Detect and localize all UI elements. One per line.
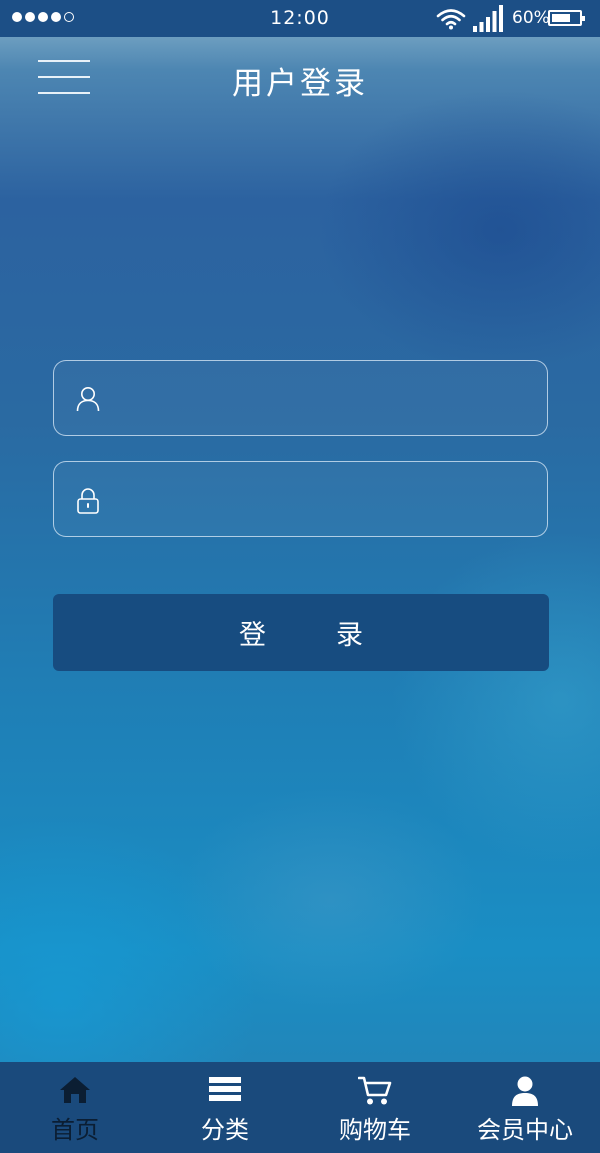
- home-icon: [60, 1077, 90, 1103]
- wifi-icon: [436, 9, 466, 30]
- page-title: 用户登录: [232, 66, 368, 102]
- lock-icon: [77, 488, 99, 514]
- tab-member-label: 会员中心: [477, 1116, 573, 1144]
- tab-cart-label: 购物车: [339, 1116, 411, 1144]
- username-field[interactable]: [53, 360, 548, 437]
- tab-category-label: 分类: [201, 1116, 249, 1144]
- login-button-char-1: 登: [239, 620, 266, 651]
- status-time: 12:00: [270, 7, 330, 29]
- cart-icon: [358, 1076, 392, 1105]
- list-icon: [209, 1077, 241, 1101]
- bottom-tab-bar: 首页 分类 购物车 会员中心: [0, 1062, 600, 1153]
- password-field[interactable]: [53, 461, 548, 538]
- battery-fill: [552, 14, 570, 22]
- battery-percent: 60%: [512, 8, 550, 28]
- user-icon: [76, 387, 100, 412]
- tab-member[interactable]: 会员中心: [450, 1062, 600, 1153]
- tab-category[interactable]: 分类: [150, 1062, 300, 1153]
- username-input[interactable]: [116, 361, 540, 437]
- battery-icon: [548, 10, 585, 26]
- person-icon: [512, 1076, 538, 1106]
- login-button-char-2: 录: [336, 620, 363, 651]
- tab-cart[interactable]: 购物车: [300, 1062, 450, 1153]
- password-input[interactable]: [116, 462, 540, 538]
- status-bar: 12:00 60%: [0, 0, 600, 37]
- cellular-signal-icon: [473, 5, 503, 32]
- tab-home[interactable]: 首页: [0, 1062, 150, 1153]
- login-button[interactable]: 登录: [53, 594, 549, 671]
- battery-cap: [582, 16, 585, 21]
- tab-home-label: 首页: [51, 1116, 99, 1144]
